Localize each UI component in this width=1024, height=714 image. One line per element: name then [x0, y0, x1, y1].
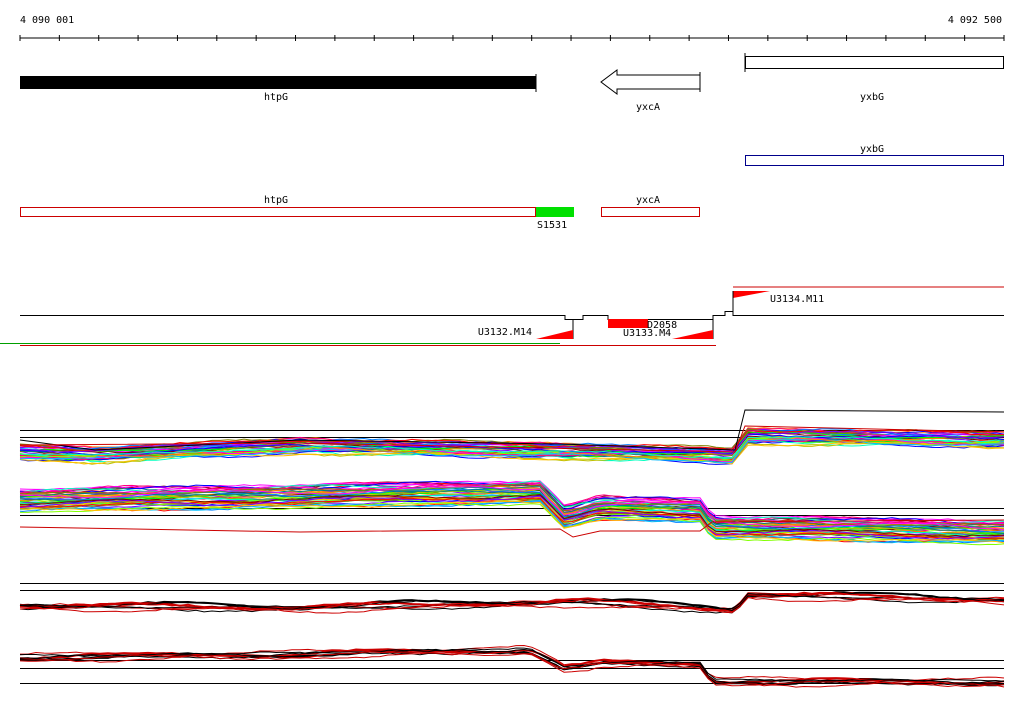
ruler-end-label: 4 092 500 [948, 15, 1002, 26]
gene-yxbG-label: yxbG [860, 92, 884, 103]
transcribed-region-track: htpG S1531 yxcA [20, 195, 700, 231]
gene-htpG-bar[interactable] [20, 76, 536, 89]
segmentation-track: U3134.M11 U3132.M14 D2058 U3133.M4 [0, 286, 1004, 346]
gene-yxcA-arrow[interactable] [600, 69, 701, 95]
segment-U3133-ramp[interactable] [672, 330, 713, 339]
expression-profiles-panel-3 [19, 583, 1005, 614]
segment-U3132-label: U3132.M14 [478, 327, 532, 338]
utr-yxbG-label: yxbG [860, 144, 884, 155]
genome-browser-view: 4 090 001 4 092 500 htpG yxcA yxbG yxbG … [0, 15, 1005, 688]
gene-track: htpG yxcA yxbG [20, 53, 1004, 113]
gene-yxbG-bar[interactable] [745, 56, 1004, 69]
region-htpG-label: htpG [264, 195, 288, 206]
utr-track: yxbG [745, 144, 1004, 166]
gene-htpG-label: htpG [264, 92, 288, 103]
segment-U3132-ramp[interactable] [536, 330, 573, 339]
region-S1531-label: S1531 [537, 220, 567, 231]
ruler-start-label: 4 090 001 [20, 15, 74, 26]
expression-profiles-panel-1 [19, 409, 1005, 465]
coordinate-ruler: 4 090 001 4 092 500 [19, 15, 1005, 41]
segment-U3134-ramp[interactable] [733, 291, 770, 298]
segment-U3133-label: U3133.M4 [623, 328, 671, 339]
region-yxcA-label: yxcA [636, 195, 660, 206]
utr-yxbG-box[interactable] [745, 155, 1004, 166]
region-yxcA-box[interactable] [601, 207, 700, 217]
region-S1531-box[interactable] [536, 207, 574, 217]
region-htpG-box[interactable] [20, 207, 536, 217]
segment-U3134-label: U3134.M11 [770, 294, 824, 305]
segment-baseline [20, 311, 1004, 320]
expression-profiles-panel-4 [19, 644, 1005, 688]
expression-profiles-panel-2 [19, 480, 1005, 546]
gene-yxcA-label: yxcA [636, 102, 660, 113]
segment-D2058-box[interactable] [608, 319, 648, 328]
